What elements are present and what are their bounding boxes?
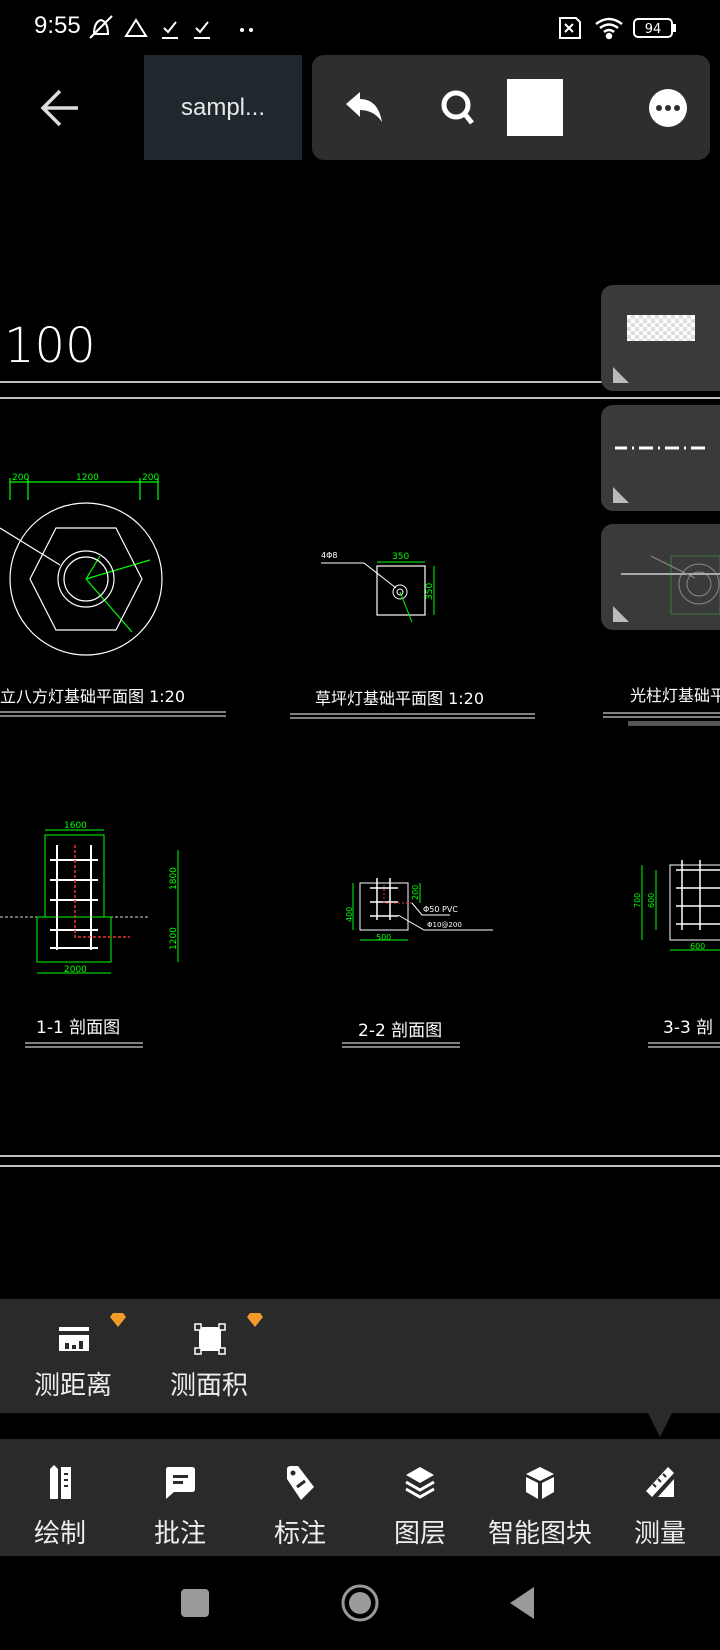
fill-pattern-panel[interactable] (601, 285, 720, 391)
tool-smart-block[interactable]: 智能图块 (480, 1439, 600, 1556)
wifi-icon (595, 17, 623, 40)
battery-level: 94 (645, 22, 662, 37)
status-time: 9:55 (34, 12, 81, 39)
tool-layers[interactable]: 图层 (360, 1439, 480, 1556)
svg-text:500: 500 (376, 933, 391, 942)
file-title-tab[interactable]: sampl... (144, 55, 302, 160)
premium-diamond-icon (247, 1313, 263, 1327)
search-button[interactable] (423, 55, 493, 160)
tool-comment[interactable]: 批注 (120, 1439, 240, 1556)
more-button[interactable] (633, 55, 703, 160)
svg-text:200: 200 (411, 885, 420, 900)
plan-column-lamp: 光柱灯基础平面 (603, 686, 720, 726)
plan-octagon-lamp: 200 1200 200 立八方灯基础平面图 1:20 (0, 473, 226, 717)
plan-lawn-lamp: 4Φ8 350 350 草坪灯基础平面图 1:20 (290, 551, 535, 719)
svg-text:350: 350 (392, 552, 409, 562)
svg-text:600: 600 (647, 893, 656, 908)
tool-comment-label: 批注 (153, 1519, 206, 1549)
svg-text:200: 200 (12, 473, 29, 483)
measure-distance-button[interactable]: 测距离 (18, 1299, 128, 1413)
submenu-pointer (648, 1413, 672, 1437)
measure-distance-icon (59, 1327, 89, 1351)
svg-text:2000: 2000 (64, 965, 87, 975)
sim-icon (559, 17, 581, 39)
top-toolbar (312, 55, 710, 160)
system-nav-bar (0, 1556, 720, 1650)
system-status-icons: 94 (559, 17, 676, 40)
plan-title: 光柱灯基础平面 (630, 686, 720, 705)
tool-layers-label: 图层 (393, 1519, 446, 1549)
back-nav-button[interactable] (508, 1585, 538, 1621)
tool-smart-block-label: 智能图块 (487, 1519, 592, 1549)
svg-text:600: 600 (690, 942, 705, 951)
bottom-toolbar: 绘制 批注 标注 图层 智能图块 测量 (0, 1439, 720, 1556)
tool-draw[interactable]: 绘制 (0, 1439, 120, 1556)
home-button[interactable] (340, 1583, 380, 1623)
svg-text:400: 400 (345, 907, 354, 922)
checker-pattern-icon (627, 315, 695, 341)
measure-area-label: 测面积 (169, 1371, 248, 1401)
back-button[interactable] (36, 82, 88, 134)
comment-icon (166, 1467, 195, 1499)
svg-text:200: 200 (142, 473, 159, 483)
plan-title: 草坪灯基础平面图 1:20 (315, 689, 484, 708)
color-button[interactable] (500, 55, 570, 160)
svg-text:1800: 1800 (169, 867, 179, 890)
section-1-1: 1600 1800 1200 2000 1-1 剖面图 (0, 821, 179, 1048)
svg-text:1600: 1600 (64, 821, 87, 831)
premium-diamond-icon (110, 1313, 126, 1327)
draw-icon (50, 1465, 71, 1499)
dash-dot-line-icon (615, 446, 705, 450)
arrow-left-icon (40, 89, 78, 127)
undo-button[interactable] (329, 55, 399, 160)
file-title: sampl... (180, 93, 266, 121)
measure-area-icon (194, 1323, 226, 1355)
layers-icon (405, 1467, 435, 1499)
ruler-icon (646, 1467, 674, 1497)
tool-annotate-label: 标注 (273, 1519, 326, 1549)
section-title: 3-3 剖 (663, 1018, 713, 1038)
svg-text:Φ50 PVC: Φ50 PVC (423, 905, 458, 914)
tool-draw-label: 绘制 (33, 1519, 86, 1549)
section-2-2: 400 200 500 Φ50 PVC Φ10@200 2-2 剖面图 (342, 878, 493, 1048)
status-bar: 9:55 94 (0, 0, 720, 52)
svg-text:Φ10@200: Φ10@200 (427, 921, 462, 929)
tool-measure[interactable]: 测量 (600, 1439, 720, 1556)
tool-annotate[interactable]: 标注 (240, 1439, 360, 1556)
cube-icon (526, 1467, 554, 1499)
tool-measure-label: 测量 (633, 1519, 686, 1549)
undo-icon (346, 91, 382, 122)
more-icon (649, 88, 687, 127)
measure-area-button[interactable]: 测面积 (154, 1299, 264, 1413)
scale-text: 100 (4, 318, 96, 374)
notification-icons (89, 15, 253, 39)
color-swatch (507, 79, 563, 136)
svg-text:700: 700 (633, 893, 642, 908)
note-text-block (628, 721, 720, 726)
section-title: 2-2 剖面图 (358, 1021, 442, 1041)
tag-icon (287, 1466, 314, 1500)
svg-text:1200: 1200 (76, 473, 99, 483)
block-preview-panel[interactable] (601, 524, 720, 630)
recents-button[interactable] (181, 1589, 209, 1617)
plan-title: 立八方灯基础平面图 1:20 (0, 687, 185, 706)
measure-submenu: 测距离 测面积 (0, 1299, 720, 1413)
search-icon (441, 90, 474, 125)
line-type-panel[interactable] (601, 405, 720, 511)
svg-text:1200: 1200 (169, 927, 179, 950)
measure-distance-label: 测距离 (33, 1371, 112, 1401)
svg-text:350: 350 (425, 583, 435, 600)
svg-text:4Φ8: 4Φ8 (321, 551, 337, 560)
section-title: 1-1 剖面图 (36, 1018, 120, 1038)
section-3-3: 700 600 600 3-3 剖 (633, 860, 720, 1048)
